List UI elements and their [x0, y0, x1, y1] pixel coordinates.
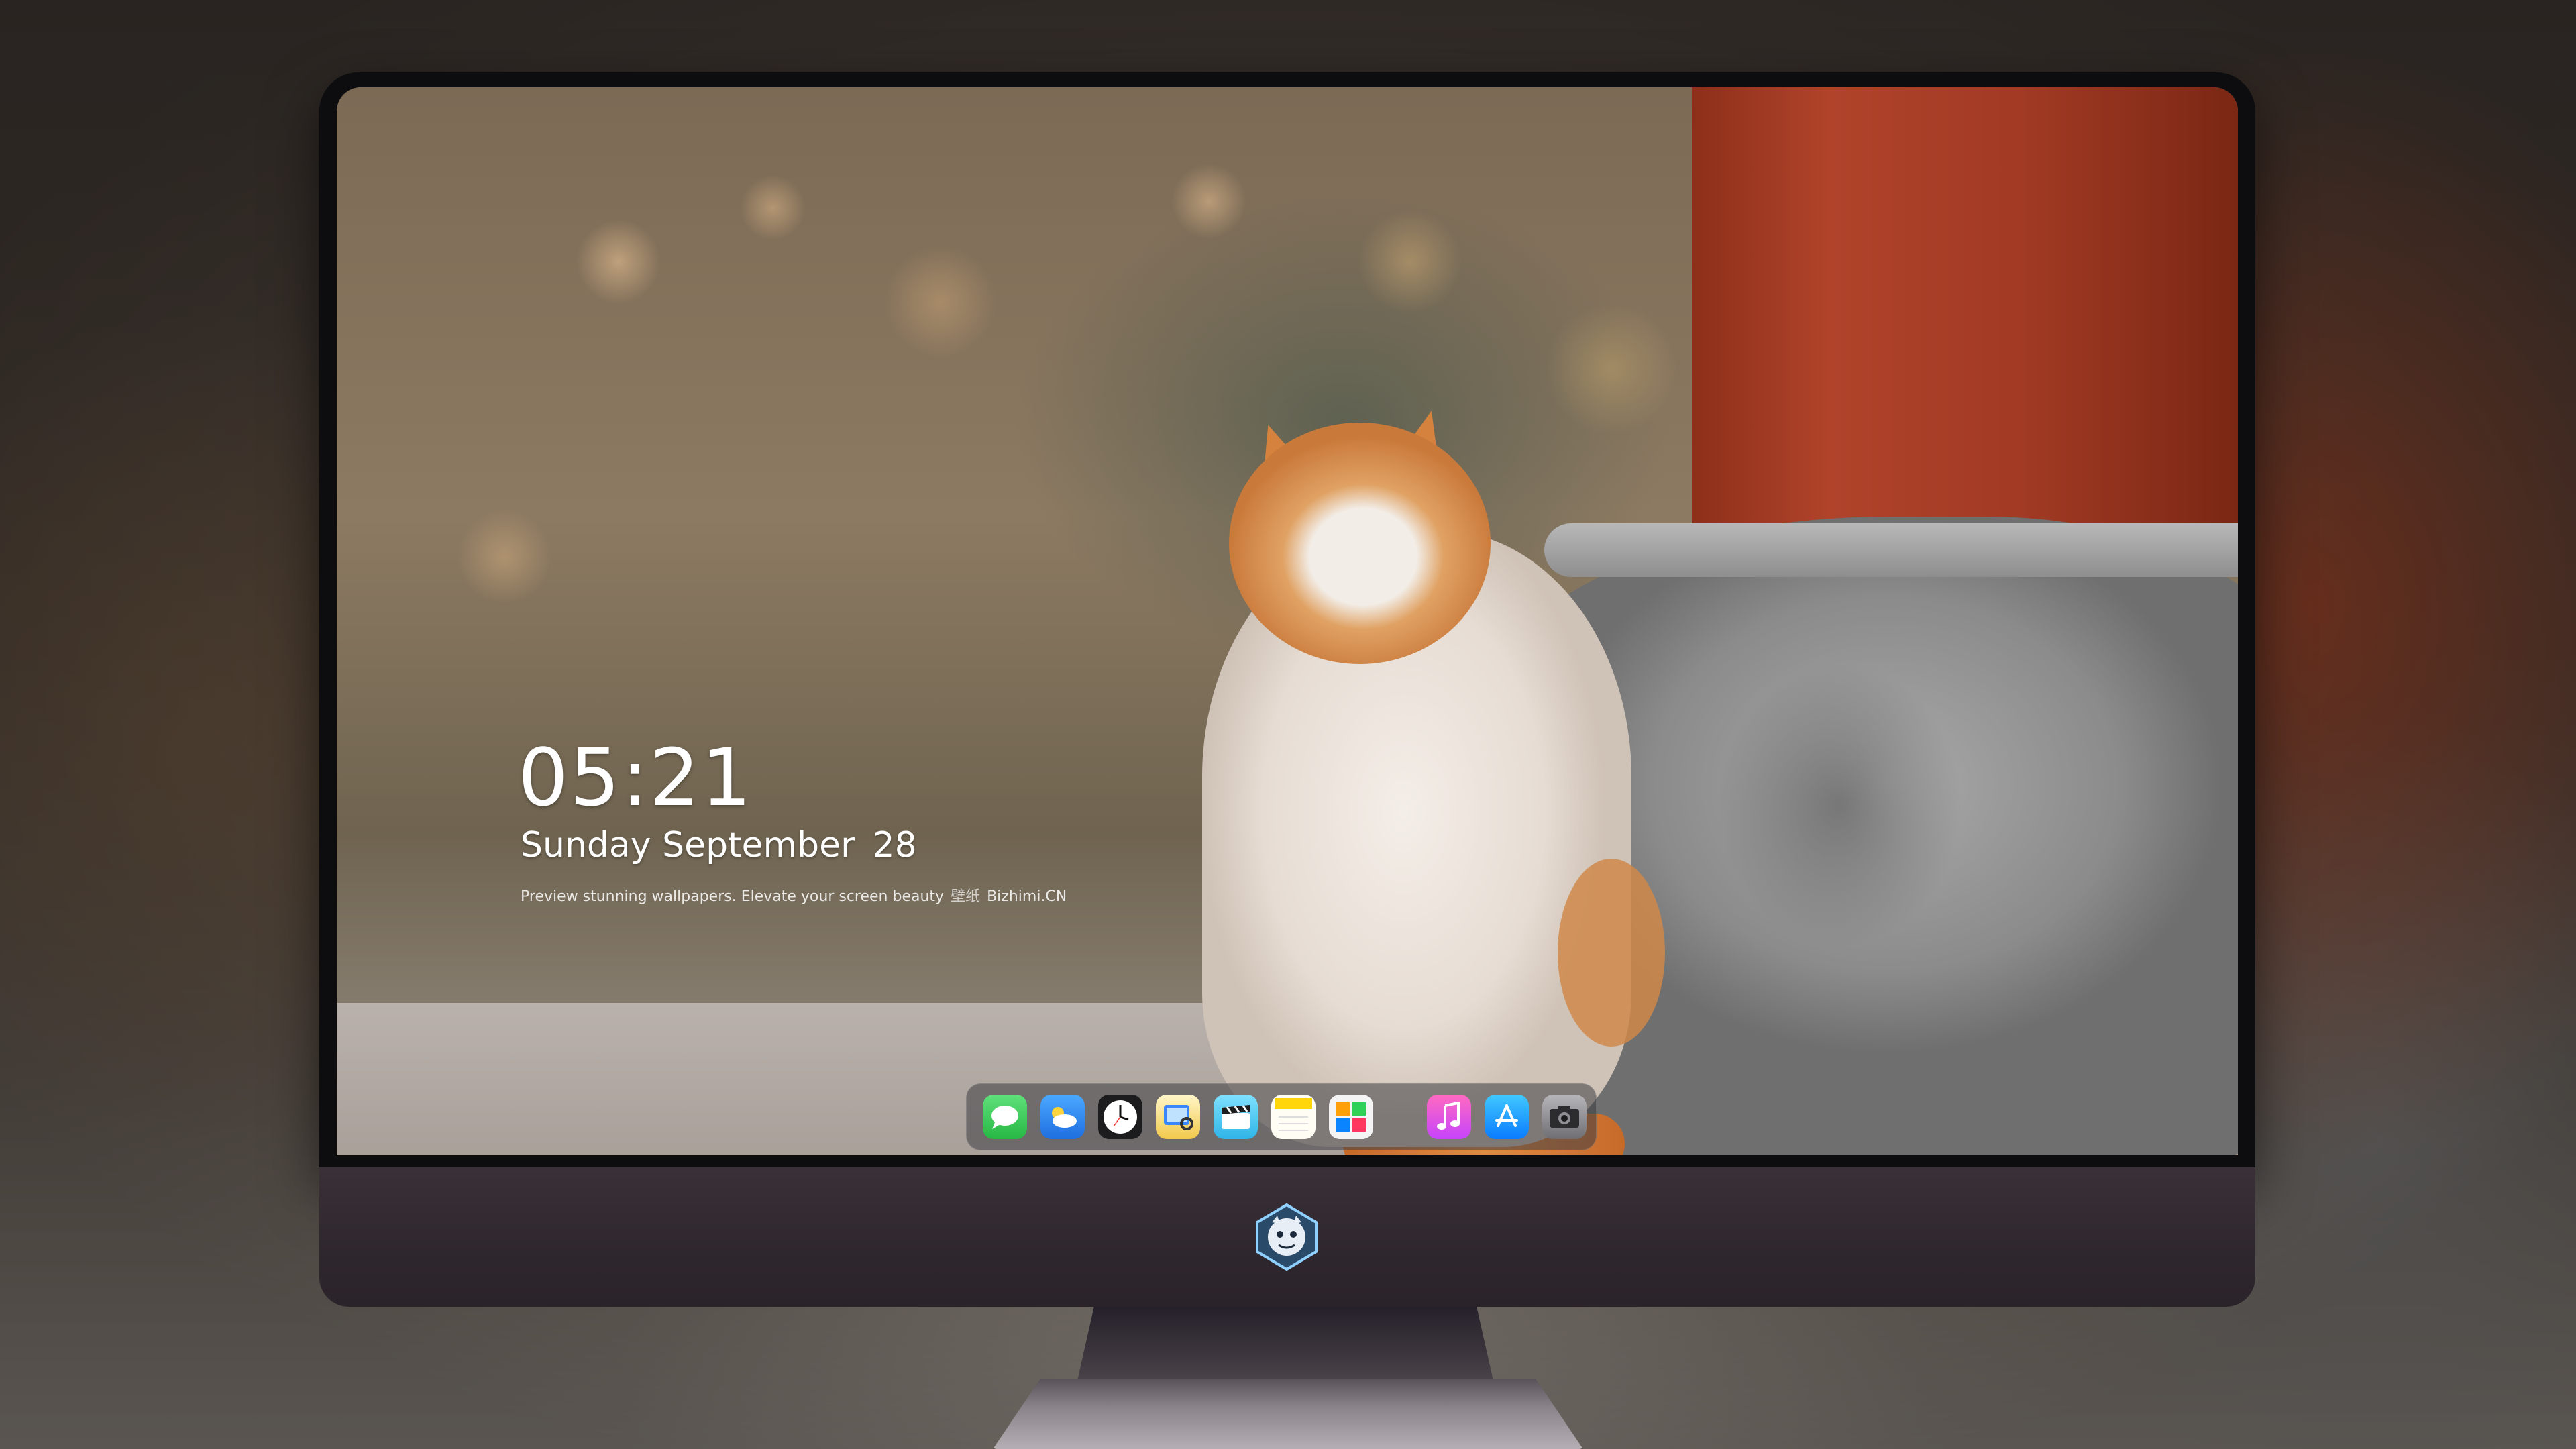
clapperboard-icon[interactable]: [1214, 1095, 1258, 1139]
lock-screen-time: 05:21: [518, 731, 753, 824]
clock-icon[interactable]: [1098, 1095, 1142, 1139]
lock-screen-date: Sunday September 28: [521, 825, 917, 865]
wallpaper-red-pillar: [1692, 87, 2238, 543]
dock: [966, 1083, 1597, 1150]
weather-icon[interactable]: [1040, 1095, 1085, 1139]
wallpaper-urn-rim: [1544, 523, 2238, 577]
messages-icon[interactable]: [983, 1095, 1027, 1139]
lock-date-text: Sunday September: [521, 825, 855, 865]
lock-screen-caption: Preview stunning wallpapers. Elevate you…: [521, 884, 1067, 906]
brand-logo: [1252, 1202, 1322, 1272]
lock-date-day: 28: [872, 825, 917, 865]
monitor-stand-neck: [1077, 1307, 1493, 1381]
monitor-screen: 05:21 Sunday September 28 Preview stunnin…: [337, 87, 2238, 1155]
caption-text: Preview stunning wallpapers. Elevate you…: [521, 888, 945, 905]
preview-icon[interactable]: [1156, 1095, 1200, 1139]
app-store-icon[interactable]: [1485, 1095, 1529, 1139]
wallpaper-cat-head: [1229, 423, 1491, 664]
camera-icon[interactable]: [1542, 1095, 1587, 1139]
wallpaper-cat-patch: [1558, 859, 1665, 1046]
notes-icon[interactable]: [1271, 1095, 1316, 1139]
monitor-stand-foot: [993, 1379, 1583, 1449]
caption-faded-text: 壁纸: [951, 888, 981, 905]
music-icon[interactable]: [1427, 1095, 1471, 1139]
photo-grid-icon[interactable]: [1329, 1095, 1373, 1139]
caption-site: Bizhimi.CN: [987, 888, 1067, 905]
